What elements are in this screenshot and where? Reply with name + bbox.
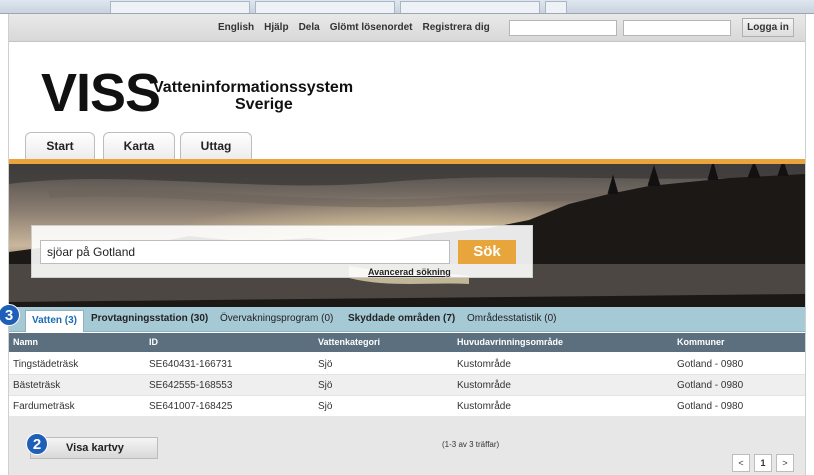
register-link[interactable]: Registrera dig [423,22,490,33]
cell-id: SE640431-166731 [149,359,233,370]
cell-huvudavrinningsomrade: Kustområde [457,401,511,412]
top-links: English Hjälp Dela Glömt lösenordet Regi… [218,22,490,33]
results-table-header: Namn ID Vattenkategori Huvudavrinningsom… [9,333,805,352]
column-header-kommuner[interactable]: Kommuner [677,337,725,347]
cell-kommuner: Gotland - 0980 [677,359,744,370]
hits-count: (1-3 av 3 träffar) [442,440,500,449]
cell-huvudavrinningsomrade: Kustområde [457,380,511,391]
pager-prev-button[interactable]: < [732,454,750,472]
advanced-search-link[interactable]: Avancerad sökning [368,267,451,277]
search-button[interactable]: Sök [458,240,516,264]
cell-id: SE641007-168425 [149,401,233,412]
cell-namn[interactable]: Tingstädeträsk [13,359,78,370]
logo-subtitle-line2: Sverige [235,96,293,113]
share-link[interactable]: Dela [299,22,320,33]
cell-vattenkategori: Sjö [318,401,333,412]
forgot-password-link[interactable]: Glömt lösenordet [330,22,413,33]
nav-tab-karta[interactable]: Karta [103,132,175,159]
english-link[interactable]: English [218,22,254,33]
pager-page-1[interactable]: 1 [754,454,772,472]
browser-tab-strip [0,0,814,14]
logo-subtitle-line1: Vatteninformationssystem [153,79,354,96]
browser-tab[interactable] [255,1,395,13]
cell-kommuner: Gotland - 0980 [677,401,744,412]
cell-vattenkategori: Sjö [318,380,333,391]
column-header-namn[interactable]: Namn [13,337,38,347]
logo-subtitle: Vatteninformationssystem Sverige [153,79,353,113]
cell-id: SE642555-168553 [149,380,233,391]
nav-tab-uttag[interactable]: Uttag [180,132,252,159]
password-input[interactable] [623,20,731,36]
column-header-vattenkategori[interactable]: Vattenkategori [318,337,380,347]
tab-skyddade-omraden[interactable]: Skyddade områden (7) [348,313,455,324]
cell-kommuner: Gotland - 0980 [677,380,744,391]
tab-overvakningsprogram[interactable]: Övervakningsprogram (0) [220,313,333,324]
result-tabs-bar: Vatten (3) Provtagningsstation (30) Över… [9,307,805,332]
cell-vattenkategori: Sjö [318,359,333,370]
page: English Hjälp Dela Glömt lösenordet Regi… [8,14,806,475]
column-header-id[interactable]: ID [149,337,158,347]
tab-provtagningsstation[interactable]: Provtagningsstation (30) [91,313,208,324]
table-row[interactable]: Tingstädeträsk SE640431-166731 Sjö Kusto… [9,354,805,375]
new-tab-button[interactable] [545,1,567,13]
results-footer: Visa kartvy (1-3 av 3 träffar) < 1 > [9,416,805,475]
logo-viss[interactable]: VISS [41,66,161,120]
table-row[interactable]: Fardumeträsk SE641007-168425 Sjö Kustomr… [9,396,805,417]
nav-tab-start[interactable]: Start [25,132,95,159]
cell-huvudavrinningsomrade: Kustområde [457,359,511,370]
table-row[interactable]: Bästeträsk SE642555-168553 Sjö Kustområd… [9,375,805,396]
help-link[interactable]: Hjälp [264,22,288,33]
login-button[interactable]: Logga in [742,18,794,37]
browser-tab[interactable] [110,1,250,13]
cell-namn[interactable]: Bästeträsk [13,380,60,391]
column-header-huvudavrinningsomrade[interactable]: Huvudavrinningsområde [457,337,563,347]
annotation-badge-2: 2 [26,433,48,455]
top-utility-bar: English Hjälp Dela Glömt lösenordet Regi… [9,14,805,42]
pager-next-button[interactable]: > [776,454,794,472]
show-map-view-button[interactable]: Visa kartvy [30,437,158,459]
tab-omradesstatistik[interactable]: Områdesstatistik (0) [467,313,556,324]
browser-tab[interactable] [400,1,540,13]
tab-vatten[interactable]: Vatten (3) [25,310,85,332]
cell-namn[interactable]: Fardumeträsk [13,401,75,412]
search-input[interactable] [40,240,450,264]
search-panel: Sök Avancerad sökning [31,225,533,278]
username-input[interactable] [509,20,617,36]
